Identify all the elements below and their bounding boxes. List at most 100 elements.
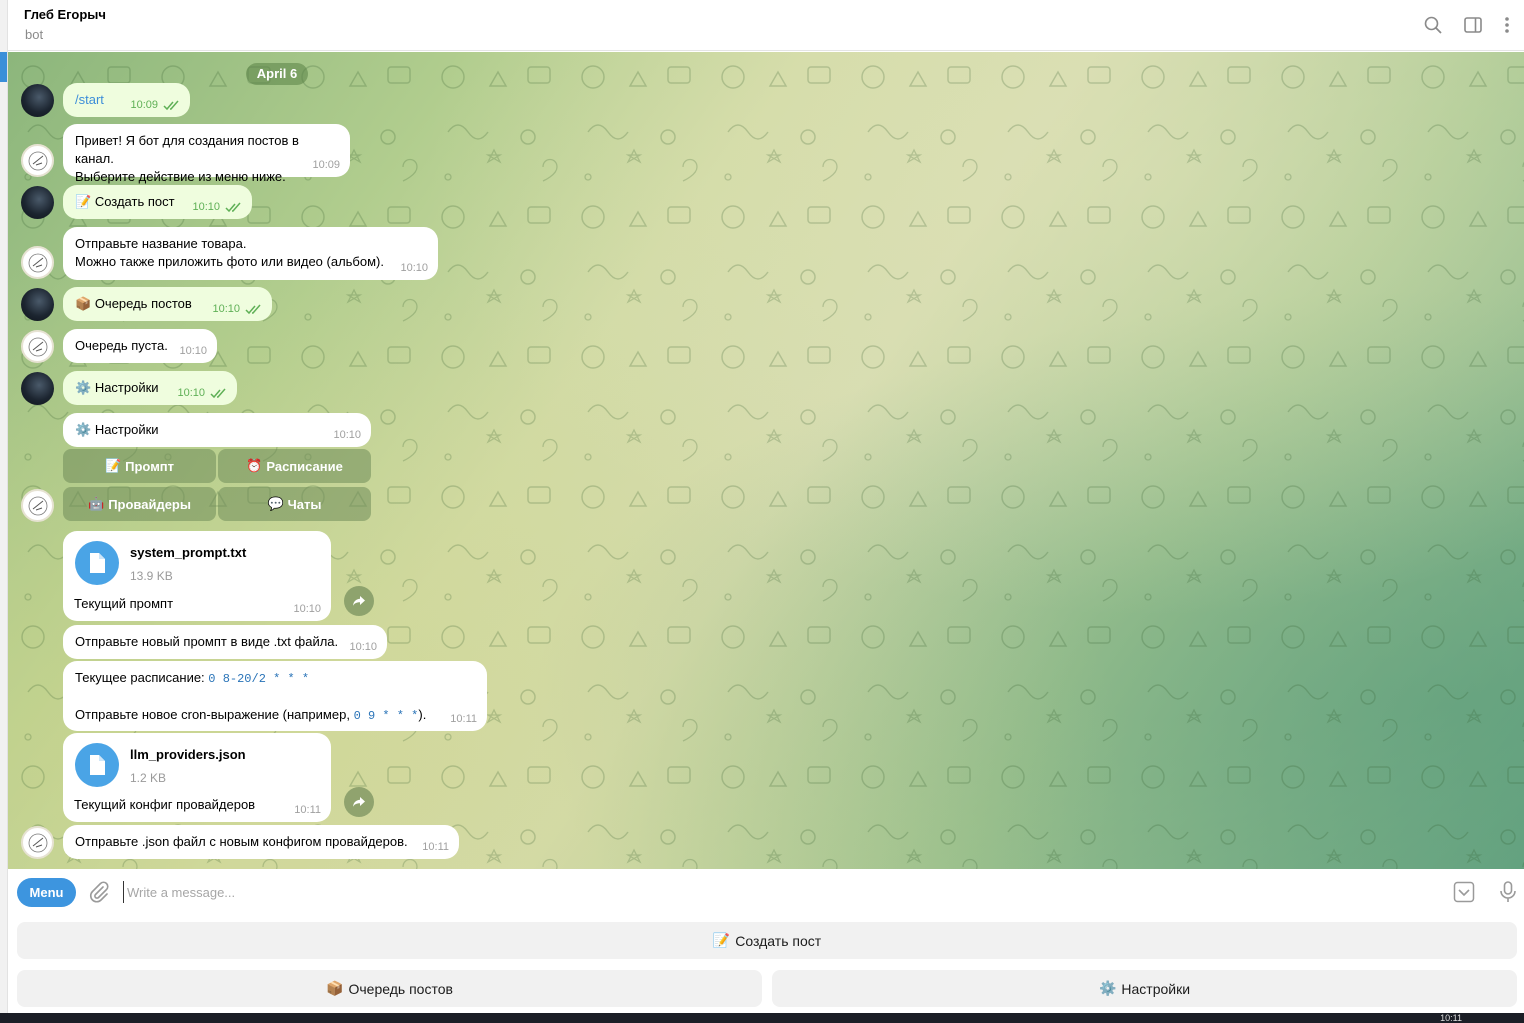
message-outgoing[interactable]: /start 10:09: [63, 83, 190, 117]
cron-code[interactable]: 0 8-20/2 * * *: [208, 672, 309, 686]
file-name[interactable]: system_prompt.txt: [130, 544, 246, 562]
schedule-label: Текущее расписание:: [75, 670, 205, 685]
robot-emoji-icon: 🤖: [88, 496, 105, 511]
message-time: 10:10: [333, 429, 361, 441]
user-avatar[interactable]: [21, 186, 54, 219]
message-incoming[interactable]: ⚙️ Настройки 10:10: [63, 413, 371, 447]
message-file[interactable]: llm_providers.json 1.2 KB Текущий конфиг…: [63, 733, 331, 822]
message-time: 10:10: [179, 345, 207, 357]
message-composer: Menu: [8, 869, 1524, 915]
cron-example-code[interactable]: 0 9 * * *: [354, 709, 419, 723]
chat-title[interactable]: Глеб Егорыч: [24, 7, 106, 22]
user-avatar[interactable]: [21, 84, 54, 117]
search-icon[interactable]: [1422, 14, 1444, 36]
message-time: 10:11: [450, 713, 477, 725]
package-emoji-icon: 📦: [326, 980, 344, 996]
message-incoming[interactable]: Отправьте .json файл с новым конфигом пр…: [63, 825, 459, 859]
forward-arrow-icon: [353, 596, 365, 606]
message-time: 10:10: [212, 303, 240, 315]
bot-logo-icon: [28, 151, 47, 170]
bot-avatar[interactable]: [21, 246, 54, 279]
message-outgoing[interactable]: ⚙️ Настройки 10:10: [63, 371, 237, 405]
file-size: 1.2 KB: [130, 771, 167, 785]
message-time: 10:09: [130, 99, 158, 111]
message-text: Отправьте новый промпт в виде .txt файла…: [75, 634, 339, 649]
inline-button-chats[interactable]: 💬 Чаты: [218, 487, 371, 521]
active-chat-indicator: [0, 52, 7, 82]
message-text: Очередь пуста.: [75, 338, 168, 353]
date-separator: April 6: [246, 63, 308, 85]
sidebar-toggle-icon[interactable]: [1462, 14, 1484, 36]
reply-button-settings[interactable]: ⚙️ Настройки: [772, 970, 1517, 1007]
document-icon[interactable]: [75, 541, 119, 585]
message-file[interactable]: system_prompt.txt 13.9 KB Текущий промпт…: [63, 531, 331, 621]
message-text-line: Привет! Я бот для создания постов в кана…: [75, 133, 299, 166]
package-emoji-icon: 📦: [75, 296, 92, 311]
command-link[interactable]: /start: [75, 92, 104, 107]
microphone-icon[interactable]: [1499, 881, 1517, 903]
inline-button-providers[interactable]: 🤖 Провайдеры: [63, 487, 216, 521]
taskbar-clock: 10:11: [1440, 1013, 1462, 1023]
bot-avatar[interactable]: [21, 826, 54, 859]
message-time: 10:11: [294, 804, 321, 816]
user-avatar[interactable]: [21, 372, 54, 405]
gear-emoji-icon: ⚙️: [1098, 980, 1117, 996]
bot-menu-button[interactable]: Menu: [17, 878, 76, 907]
forward-button[interactable]: [344, 586, 374, 616]
memo-emoji-icon: 📝: [104, 458, 122, 473]
read-checkmarks-icon: [163, 100, 179, 111]
document-icon[interactable]: [75, 743, 119, 787]
file-name[interactable]: llm_providers.json: [130, 746, 246, 764]
more-vertical-icon[interactable]: [1496, 14, 1518, 36]
speech-bubble-emoji-icon: 💬: [267, 496, 284, 511]
message-outgoing[interactable]: 📝 Создать пост 10:10: [63, 185, 252, 219]
message-text: Отправьте .json файл с новым конфигом пр…: [75, 834, 408, 849]
message-text: Настройки: [94, 380, 159, 395]
message-time: 10:10: [177, 387, 205, 399]
message-incoming[interactable]: Очередь пуста. 10:10: [63, 329, 217, 363]
reply-button-label: Настройки: [1121, 980, 1191, 997]
reply-button-create-post[interactable]: 📝 Создать пост: [17, 922, 1517, 959]
reply-button-label: Очередь постов: [348, 980, 453, 997]
file-caption: Текущий конфиг провайдеров: [74, 797, 256, 812]
message-text-line: Можно также приложить фото или видео (ал…: [75, 254, 384, 269]
telegram-window: Глеб Егорыч bot April 6 /start 10:09 При…: [0, 0, 1524, 1023]
bot-avatar[interactable]: [21, 144, 54, 177]
read-checkmarks-icon: [245, 304, 261, 315]
message-input[interactable]: [123, 881, 1423, 903]
message-time: 10:10: [192, 201, 220, 213]
attach-paperclip-icon[interactable]: [88, 881, 110, 903]
bot-logo-icon: [28, 253, 47, 272]
inline-button-label: Промпт: [125, 458, 175, 474]
chat-header: Глеб Егорыч bot: [8, 0, 1524, 51]
forward-button[interactable]: [344, 787, 374, 817]
memo-emoji-icon: 📝: [712, 932, 731, 948]
message-incoming[interactable]: Привет! Я бот для создания постов в кана…: [63, 124, 350, 184]
message-text-line: Текущее расписание: 0 8-20/2 * * *: [75, 669, 475, 688]
bot-avatar[interactable]: [21, 330, 54, 363]
inline-button-label: Чаты: [287, 496, 322, 512]
bot-keyboard-toggle-icon[interactable]: [1453, 881, 1475, 903]
message-time: 10:09: [312, 159, 340, 171]
message-incoming[interactable]: Отправьте название товара. Можно также п…: [63, 227, 438, 280]
message-incoming[interactable]: Текущее расписание: 0 8-20/2 * * * Отпра…: [63, 661, 487, 731]
bot-logo-icon: [28, 833, 47, 852]
bot-logo-icon: [28, 337, 47, 356]
message-text-line: Отправьте название товара.: [75, 236, 247, 251]
inline-button-prompt[interactable]: 📝 Промпт: [63, 449, 216, 483]
memo-emoji-icon: 📝: [75, 194, 92, 209]
message-outgoing[interactable]: 📦 Очередь постов 10:10: [63, 287, 272, 321]
gear-emoji-icon: ⚙️: [75, 380, 92, 395]
message-time: 10:10: [349, 641, 377, 653]
user-avatar[interactable]: [21, 288, 54, 321]
message-incoming[interactable]: Отправьте новый промпт в виде .txt файла…: [63, 625, 387, 659]
instruction-text: Отправьте новое cron-выражение (например…: [75, 707, 350, 722]
chat-history[interactable]: April 6 /start 10:09 Привет! Я бот для с…: [8, 52, 1524, 869]
inline-button-schedule[interactable]: ⏰ Расписание: [218, 449, 371, 483]
os-taskbar: 10:11: [0, 1013, 1524, 1023]
reply-button-post-queue[interactable]: 📦 Очередь постов: [17, 970, 762, 1007]
message-time: 10:10: [400, 262, 428, 274]
bot-avatar[interactable]: [21, 489, 54, 522]
instruction-suffix: ).: [418, 707, 427, 722]
message-text-line: Отправьте новое cron-выражение (например…: [75, 706, 475, 725]
